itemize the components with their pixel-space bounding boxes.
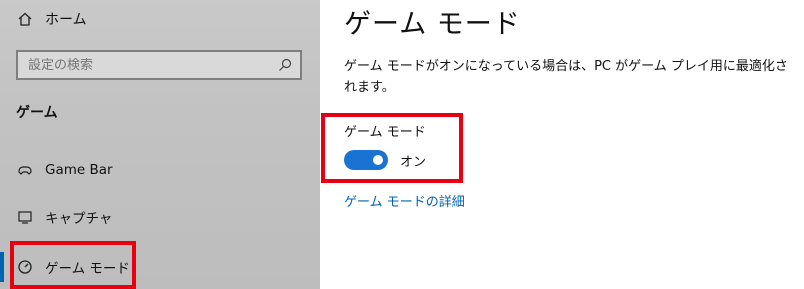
highlight-box-toggle [321, 113, 463, 183]
sidebar: ホーム ゲーム Game Bar キャプチャ ゲーム モード [0, 0, 320, 289]
selection-indicator [0, 252, 4, 282]
nav-home-label: ホーム [45, 12, 87, 28]
description-text: ゲーム モードがオンになっている場合は、PC がゲーム プレイ用に最適化されます… [344, 59, 788, 95]
search-icon[interactable] [278, 58, 292, 72]
page-title: ゲーム モード [344, 9, 521, 40]
sidebar-item-capture[interactable]: キャプチャ [17, 204, 112, 230]
sidebar-item-label: キャプチャ [45, 211, 113, 227]
nav-home[interactable]: ホーム [17, 6, 87, 32]
sidebar-item-label: Game Bar [45, 162, 113, 178]
learn-more-link[interactable]: ゲーム モードの詳細 [344, 191, 465, 210]
sidebar-item-game-bar[interactable]: Game Bar [17, 157, 113, 183]
search-box[interactable] [16, 50, 302, 80]
game-bar-icon [17, 162, 33, 178]
search-input[interactable] [28, 57, 278, 73]
section-title: ゲーム [16, 105, 58, 121]
home-icon [17, 11, 33, 27]
main-content: ゲーム モード ゲーム モードがオンになっている場合は、PC がゲーム プレイ用… [320, 0, 804, 289]
capture-icon [17, 209, 33, 225]
highlight-box-sidebar [10, 241, 136, 289]
